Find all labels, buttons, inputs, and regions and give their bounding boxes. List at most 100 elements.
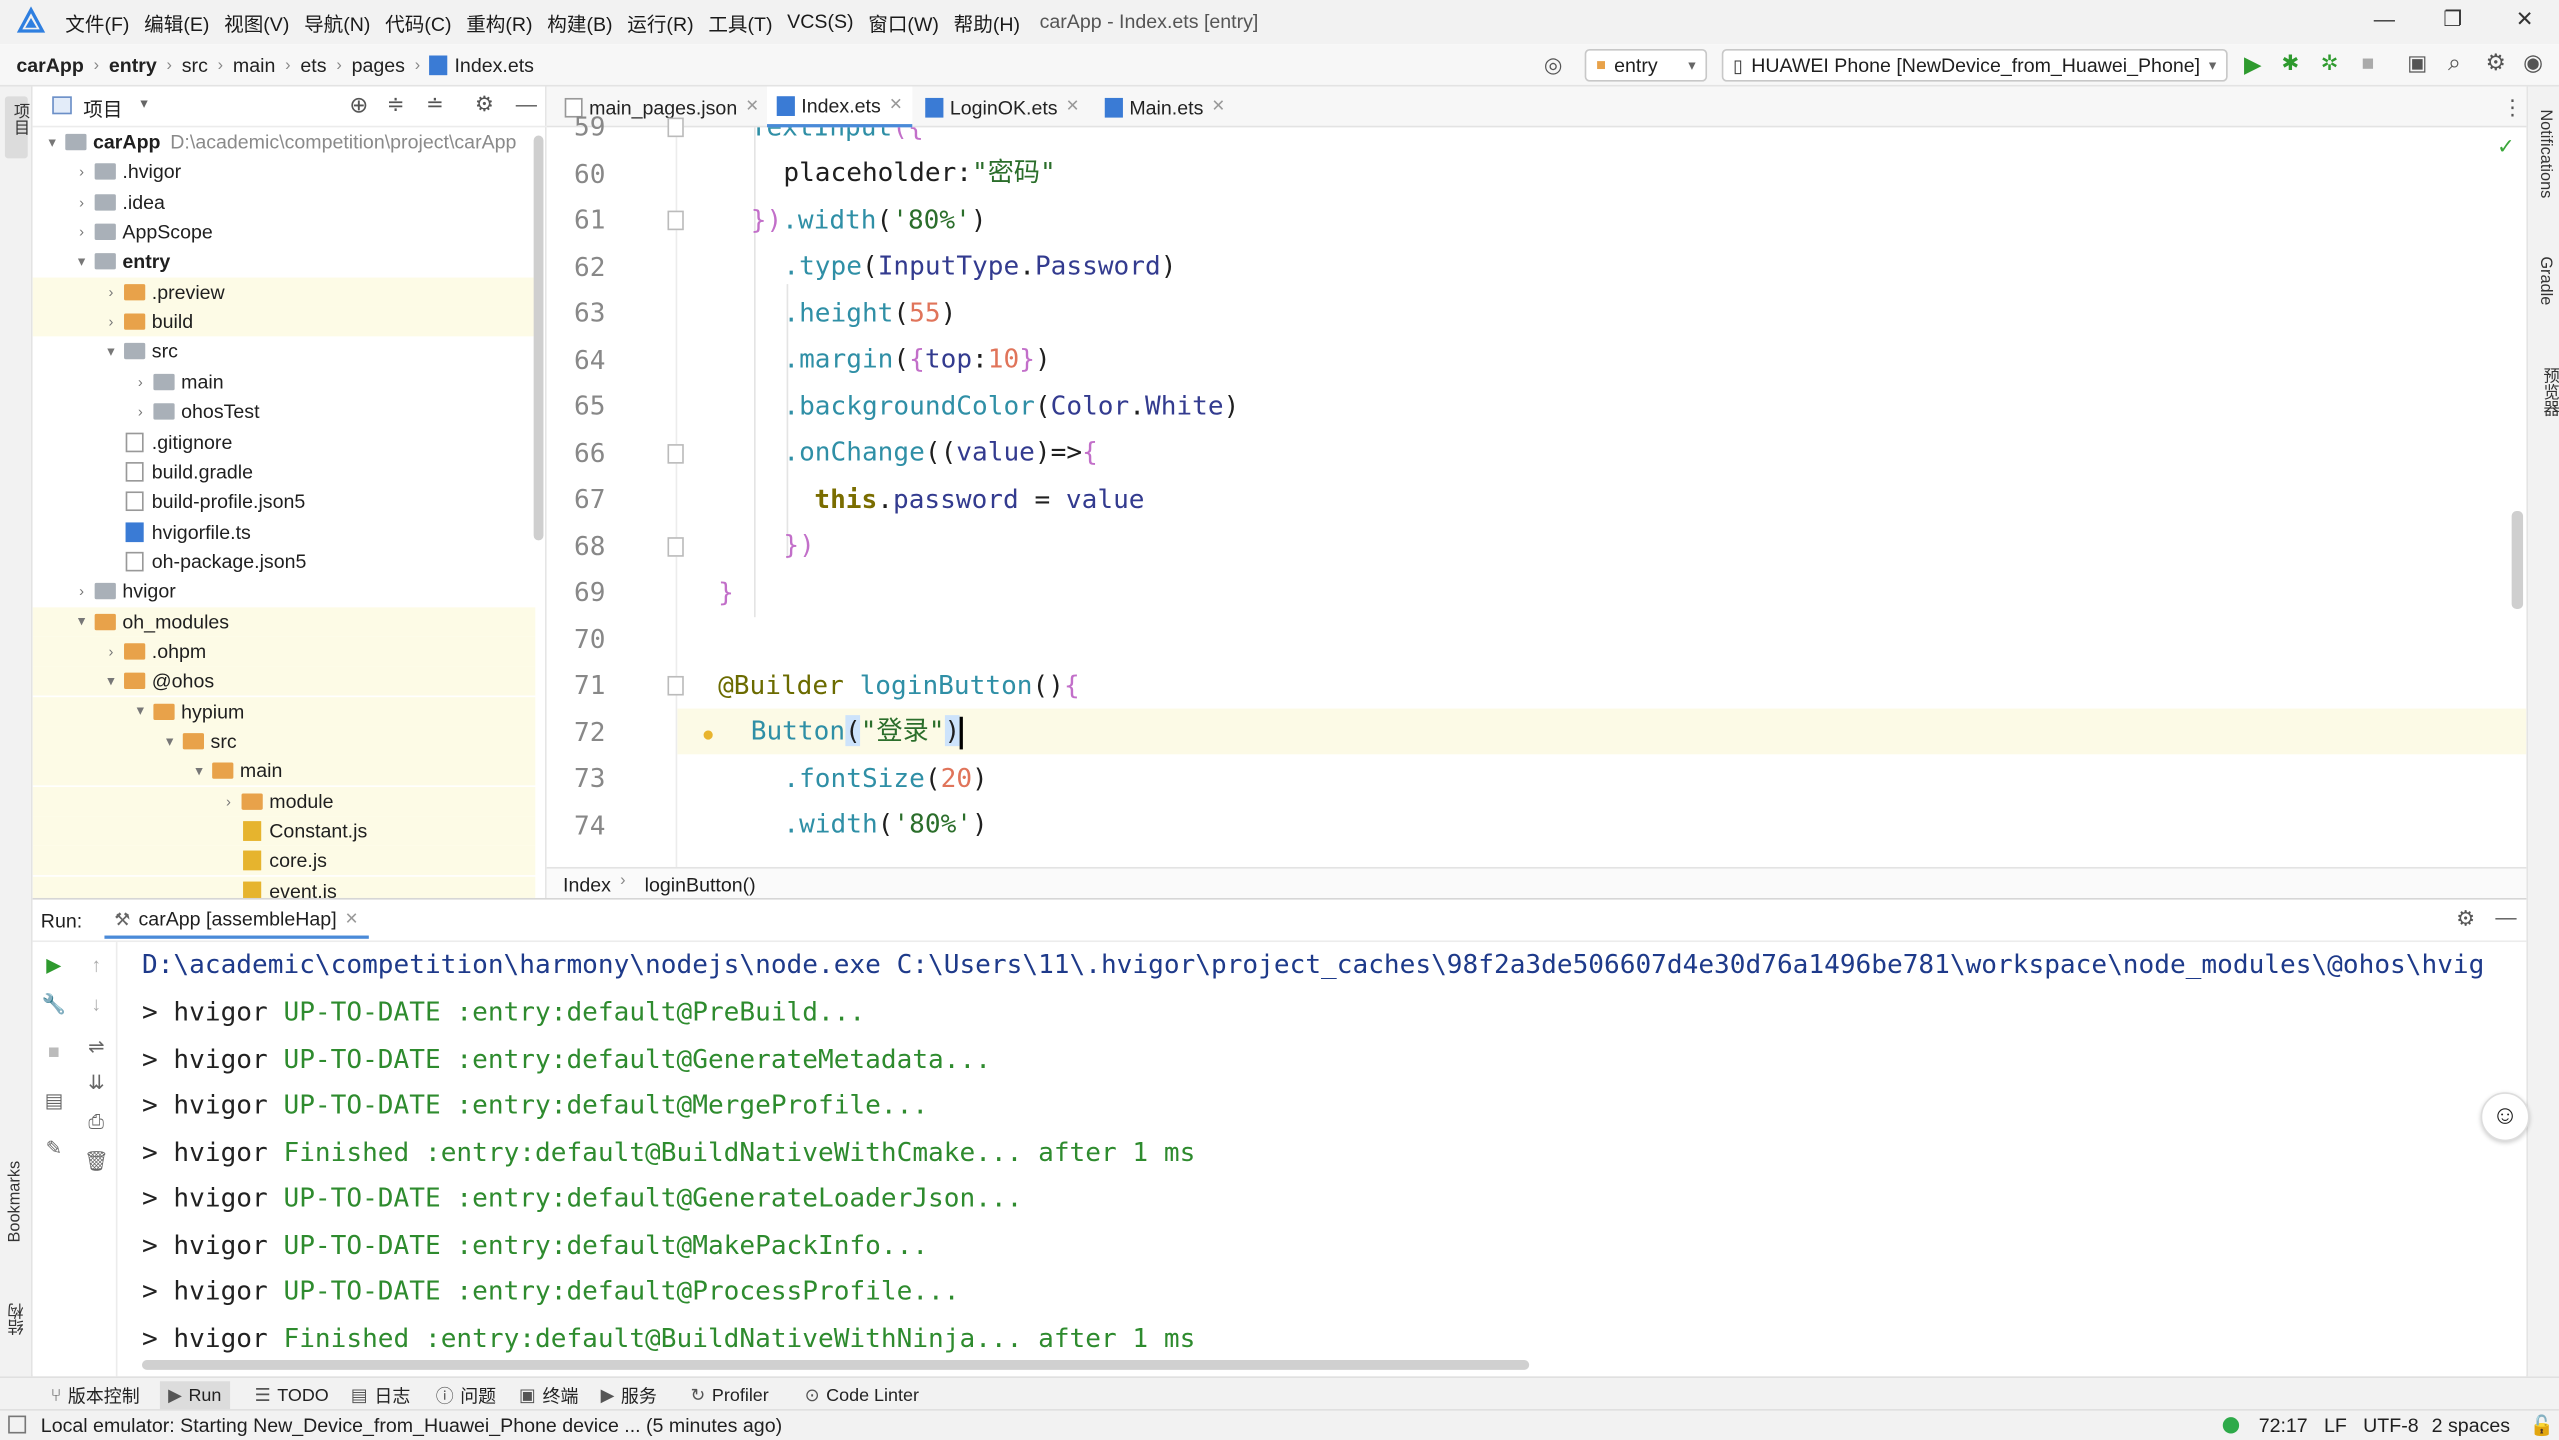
trash-icon[interactable]: 🗑 xyxy=(83,1148,109,1174)
tool-tab[interactable]: ▤ 日志 xyxy=(343,1381,419,1409)
chevron-down-icon[interactable]: ▾ xyxy=(42,133,62,151)
print-icon[interactable]: ⎙ xyxy=(83,1109,109,1135)
menu-item[interactable]: 文件(F) xyxy=(65,10,129,38)
breadcrumb-method[interactable]: loginButton() xyxy=(645,873,756,896)
stop-icon[interactable]: ■ xyxy=(2362,51,2375,75)
tree-item[interactable]: ▾ hypium xyxy=(32,696,536,726)
menu-item[interactable]: 代码(C) xyxy=(385,10,451,38)
scroll-up-icon[interactable]: ↑ xyxy=(83,952,109,978)
chevron-right-icon[interactable]: › xyxy=(219,793,239,809)
inspection-ok-icon[interactable]: ✓ xyxy=(2497,134,2515,160)
scroll-to-end-icon[interactable]: ⇊ xyxy=(83,1069,109,1095)
chevron-down-icon[interactable]: ▾ xyxy=(72,612,92,630)
caret-position[interactable]: 72:17 xyxy=(2259,1414,2308,1437)
indent-setting[interactable]: 2 spaces xyxy=(2432,1414,2510,1437)
tree-item[interactable]: › .preview xyxy=(32,277,536,307)
close-tab-icon[interactable]: ✕ xyxy=(1212,98,1226,116)
gradle-tool-label[interactable]: Gradle xyxy=(2536,256,2554,305)
previewer-tool-label[interactable]: 预览器 xyxy=(2536,367,2559,416)
chevron-right-icon[interactable]: › xyxy=(101,314,121,330)
close-tab-icon[interactable]: ✕ xyxy=(745,98,759,116)
tree-item[interactable]: › .ohpm xyxy=(32,636,536,667)
tool-tab[interactable]: ⊙ Code Linter xyxy=(796,1381,927,1409)
assistant-avatar[interactable]: ☺ xyxy=(2480,1092,2530,1142)
tree-item[interactable]: build.gradle xyxy=(33,457,536,486)
breadcrumb-item[interactable]: entry xyxy=(109,54,157,77)
chevron-down-icon[interactable]: ▾ xyxy=(140,95,147,113)
chevron-down-icon[interactable]: ▾ xyxy=(72,253,92,271)
line-separator[interactable]: LF xyxy=(2324,1414,2347,1437)
tree-item[interactable]: › .idea xyxy=(33,187,536,216)
structure-tool-label[interactable]: 结构 xyxy=(7,1303,31,1336)
pin-icon[interactable]: ✎ xyxy=(41,1135,67,1161)
menu-item[interactable]: 重构(R) xyxy=(466,10,532,38)
console-h-scrollbar[interactable] xyxy=(141,1360,1530,1370)
tree-item[interactable]: hvigorfile.ts xyxy=(33,517,536,546)
project-tool-button[interactable]: 项目 xyxy=(4,96,28,159)
breadcrumb-item[interactable]: ets xyxy=(300,54,326,77)
breadcrumb-item[interactable]: main xyxy=(233,54,275,77)
menu-item[interactable]: 窗口(W) xyxy=(868,10,939,38)
breadcrumb-item[interactable]: carApp xyxy=(16,54,83,77)
chevron-down-icon[interactable]: ▾ xyxy=(160,732,180,750)
hide-panel-icon[interactable]: — xyxy=(516,91,537,115)
tree-item[interactable]: › module xyxy=(32,786,536,816)
chevron-right-icon[interactable]: › xyxy=(72,164,92,180)
layout-icon[interactable]: ▤ xyxy=(41,1087,67,1113)
bookmarks-tool-label[interactable]: Bookmarks xyxy=(7,1161,25,1243)
chevron-down-icon[interactable]: ▾ xyxy=(101,672,121,690)
tree-item[interactable]: event.js xyxy=(32,876,536,898)
editor-scrollbar[interactable] xyxy=(2511,511,2524,609)
menu-item[interactable]: VCS(S) xyxy=(787,10,853,38)
status-ok-icon[interactable] xyxy=(2222,1417,2240,1434)
tree-item[interactable]: core.js xyxy=(32,846,536,876)
lock-icon[interactable]: 🔓 xyxy=(2530,1414,2554,1437)
tree-item[interactable]: .gitignore xyxy=(33,427,536,456)
device-select[interactable]: ▯ HUAWEI Phone [NewDevice_from_Huawei_Ph… xyxy=(1721,48,2228,82)
file-encoding[interactable]: UTF-8 xyxy=(2363,1414,2418,1437)
stop-icon[interactable]: ■ xyxy=(41,1038,67,1064)
tree-item[interactable]: Constant.js xyxy=(32,816,536,846)
settings-gear-icon[interactable]: ⚙ xyxy=(475,91,494,117)
menu-item[interactable]: 编辑(E) xyxy=(144,10,209,38)
breadcrumb-struct[interactable]: Index xyxy=(563,873,611,896)
tree-item[interactable]: ▾ src xyxy=(32,726,536,756)
chevron-right-icon[interactable]: › xyxy=(72,583,92,599)
tree-item[interactable]: › AppScope xyxy=(33,217,536,246)
locate-file-icon[interactable]: ⊕ xyxy=(349,91,368,119)
scroll-down-icon[interactable]: ↓ xyxy=(83,991,109,1017)
menu-item[interactable]: 帮助(H) xyxy=(954,10,1020,38)
editor-tab[interactable]: Main.ets ✕ xyxy=(1095,87,1235,128)
close-tab-icon[interactable]: ✕ xyxy=(345,910,359,928)
menu-item[interactable]: 运行(R) xyxy=(627,10,693,38)
module-select[interactable]: ■ entry ▾ xyxy=(1584,48,1708,82)
tool-tab[interactable]: ☰ TODO xyxy=(246,1381,336,1409)
chevron-right-icon[interactable]: › xyxy=(101,643,121,659)
panel-toggle-icon[interactable] xyxy=(8,1415,27,1434)
console-output[interactable]: D:\academic\competition\harmony\nodejs\n… xyxy=(141,942,2508,1376)
tree-item[interactable]: › ohosTest xyxy=(33,397,536,426)
chevron-right-icon[interactable]: › xyxy=(131,374,151,390)
notifications-tool-label[interactable]: Notifications xyxy=(2536,109,2554,198)
restore-button[interactable]: ❐ xyxy=(2437,7,2470,33)
editor-tab[interactable]: LoginOK.ets ✕ xyxy=(916,87,1090,128)
code-area[interactable]: TextInput({ placeholder:"密码" }).width('8… xyxy=(677,127,2527,867)
menu-item[interactable]: 构建(B) xyxy=(547,10,612,38)
search-icon[interactable]: ⌕ xyxy=(2448,49,2461,77)
account-icon[interactable]: ◉ xyxy=(2523,49,2543,77)
tree-item[interactable]: › build xyxy=(32,307,536,337)
tool-tab[interactable]: ▶ Run xyxy=(159,1381,230,1410)
chevron-right-icon[interactable]: › xyxy=(72,224,92,240)
breadcrumb-item[interactable]: Index.ets xyxy=(454,54,533,77)
tree-item[interactable]: ▾ oh_modules xyxy=(32,606,536,637)
tree-item[interactable]: ▾ src xyxy=(33,337,536,366)
more-options-icon[interactable]: ⋮ xyxy=(2502,95,2523,121)
hide-panel-icon[interactable]: — xyxy=(2495,905,2516,929)
tree-item[interactable]: › hvigor xyxy=(33,577,536,606)
breadcrumb-item[interactable]: src xyxy=(182,54,208,77)
minimize-button[interactable]: — xyxy=(2368,7,2401,31)
tree-item[interactable]: ▾ main xyxy=(32,756,536,786)
expand-all-icon[interactable]: ≑ xyxy=(387,91,405,117)
tool-tab[interactable]: ▣ 终端 xyxy=(511,1381,587,1409)
wrench-icon[interactable]: 🔧 xyxy=(41,991,67,1017)
